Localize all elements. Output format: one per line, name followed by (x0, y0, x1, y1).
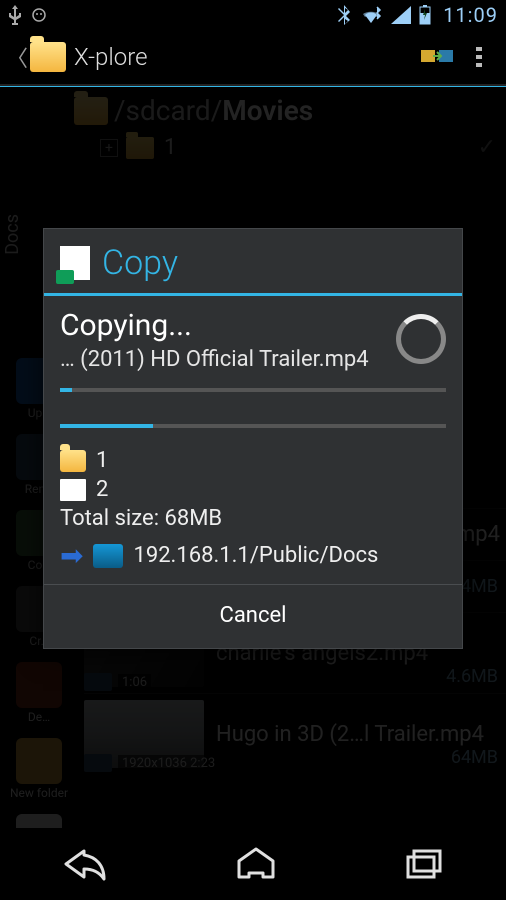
recent-apps-button[interactable] (404, 847, 444, 881)
current-file-name: … (2011) HD Official Trailer.mp4 (60, 347, 369, 372)
navigation-bar (0, 828, 506, 900)
app-folder-icon[interactable] (30, 42, 66, 72)
back-icon[interactable]: 〈 (6, 41, 28, 73)
destination-path: 192.168.1.1/Public/Docs (133, 543, 378, 568)
total-progress-bar (60, 424, 446, 428)
network-drive-icon (93, 544, 123, 568)
progress-spinner (396, 314, 446, 364)
file-icon (60, 479, 86, 501)
status-bar: 11:09 (0, 0, 506, 30)
copy-status-heading: Copying... (60, 308, 369, 343)
usb-icon (8, 5, 22, 25)
app-title: X-plore (74, 43, 147, 71)
copy-dialog: Copy Copying... … (2011) HD Official Tra… (43, 228, 463, 649)
dialog-title: Copy (102, 243, 178, 283)
android-debug-icon (30, 6, 48, 24)
overflow-menu-icon[interactable] (458, 45, 500, 69)
total-size: Total size: 68MB (60, 506, 446, 531)
folder-count-row: 1 (60, 448, 446, 473)
clock: 11:09 (443, 3, 498, 27)
file-progress-bar (60, 388, 446, 392)
file-count: 2 (96, 477, 108, 502)
dialog-scrim: Copy Copying... … (2011) HD Official Tra… (0, 88, 506, 828)
folder-count: 1 (96, 448, 108, 473)
signal-icon (391, 6, 411, 24)
bluetooth-icon (337, 5, 351, 25)
copy-icon (60, 246, 90, 280)
wifi-icon (359, 5, 383, 25)
cancel-button[interactable]: Cancel (44, 584, 462, 648)
home-button[interactable] (233, 847, 279, 881)
sync-panes-icon[interactable] (416, 46, 458, 68)
back-button[interactable] (62, 847, 108, 881)
action-bar: 〈 X-plore (0, 30, 506, 86)
battery-charging-icon (419, 5, 431, 25)
destination-row: ➡ 192.168.1.1/Public/Docs (60, 539, 446, 572)
folder-icon (60, 450, 86, 472)
arrow-right-icon: ➡ (60, 539, 83, 572)
file-count-row: 2 (60, 477, 446, 502)
